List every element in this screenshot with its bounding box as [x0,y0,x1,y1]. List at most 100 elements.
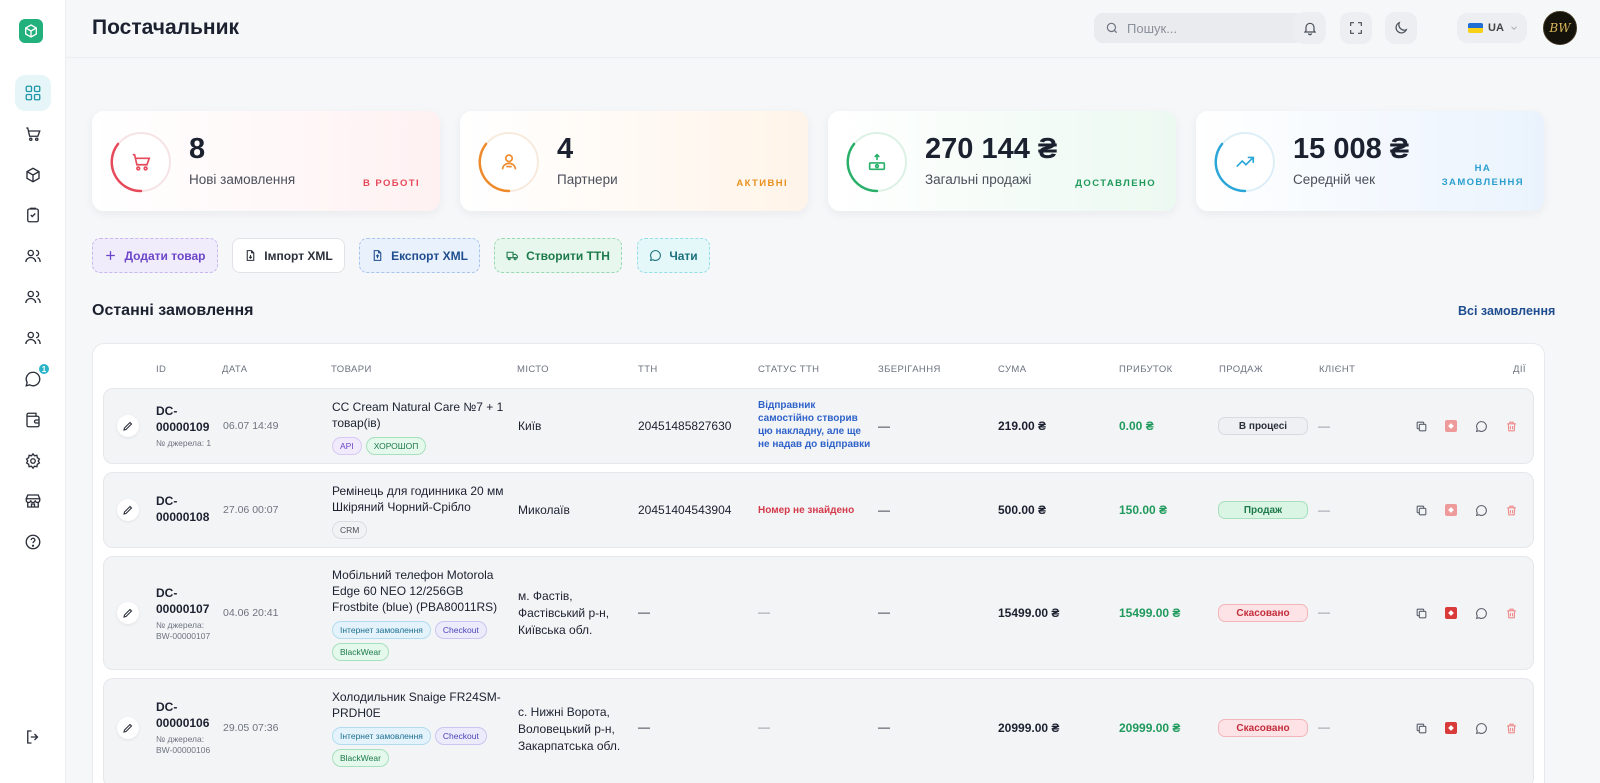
section-title: Останні замовлення [92,302,254,319]
ttn-status: Відправник самостійно створив цю накладн… [758,400,871,450]
stat-card-new-orders[interactable]: 8 Нові замовлення В РОБОТІ [92,111,440,211]
nova-poshta-button[interactable] [1444,503,1458,517]
table-row[interactable]: DC- 00000106 № джерела: BW-00000106 29.0… [103,678,1534,783]
order-ttn: — [638,720,650,734]
sidebar-item-store[interactable] [15,483,51,519]
nova-poshta-button[interactable] [1444,419,1458,433]
table-row[interactable]: DC- 00000108 27.06 00:07 Ремінець для го… [103,472,1534,548]
order-date: 27.06 00:07 [223,504,279,516]
settings-icon [25,452,41,470]
column-header-goods[interactable]: ТОВАРИ [331,364,372,375]
nova-poshta-button[interactable] [1444,721,1458,735]
import-xml-button[interactable]: Імпорт XML [232,238,345,273]
file-import-icon [246,250,255,261]
notifications-button[interactable] [1294,12,1326,44]
sidebar-item-help[interactable] [15,524,51,560]
add-product-button[interactable]: Додати товар [92,238,218,273]
sidebar-item-wallet[interactable] [15,402,51,438]
stat-label: Нові замовлення [189,172,296,187]
order-id-prefix: DC- [156,586,178,600]
theme-toggle-button[interactable] [1385,12,1417,44]
sidebar-item-orders[interactable] [15,116,51,152]
help-icon [25,534,41,550]
pencil-icon [123,608,133,618]
delete-order-button[interactable] [1504,503,1518,517]
column-header-client[interactable]: КЛІЄНТ [1319,364,1355,375]
stat-card-partners[interactable]: 4 Партнери АКТИВНІ [460,111,808,211]
sidebar-logout[interactable] [15,719,51,755]
delete-order-button[interactable] [1504,721,1518,735]
partner-icon [501,154,517,170]
plus-icon [106,251,116,260]
create-ttn-button[interactable]: Створити ТТН [494,238,622,273]
order-sum: 219.00 ₴ [998,419,1047,433]
delete-order-button[interactable] [1504,606,1518,620]
order-chat-button[interactable] [1474,606,1488,620]
column-header-id[interactable]: ID [156,364,166,375]
source-tag: Checkout [434,727,487,745]
export-xml-button[interactable]: Експорт XML [359,238,480,273]
order-city: Миколаїв [518,503,570,517]
app-logo-icon[interactable] [19,19,43,43]
chats-button[interactable]: Чати [637,238,710,273]
sale-status-badge: Продаж [1218,501,1308,519]
copy-order-button[interactable] [1414,419,1428,433]
chevron-down-icon [1511,26,1517,30]
edit-order-button[interactable] [117,602,139,624]
chat-icon [1475,420,1487,432]
order-chat-button[interactable] [1474,419,1488,433]
sidebar-item-tasks[interactable] [15,197,51,233]
copy-order-button[interactable] [1414,606,1428,620]
column-header-date[interactable]: ДАТА [222,364,247,375]
order-ttn[interactable]: 20451404543904 [638,503,731,517]
user-avatar[interactable]: BW [1543,11,1577,45]
stat-label: Партнери [557,172,618,187]
order-storage: — [878,503,890,517]
sidebar-item-team[interactable] [15,320,51,356]
copy-icon [1416,723,1426,733]
edit-order-button[interactable] [117,499,139,521]
trend-up-icon [1236,156,1255,168]
sidebar-item-dashboard[interactable] [15,75,51,111]
table-row[interactable]: DC- 00000109 № джерела: 1 06.07 14:49 CC… [103,388,1534,464]
trash-icon [1506,505,1516,515]
search-box[interactable] [1094,13,1304,43]
ttn-status: — [758,720,770,734]
edit-order-button[interactable] [117,717,139,739]
edit-order-button[interactable] [117,415,139,437]
all-orders-link[interactable]: Всі замовлення [1458,304,1555,318]
language-select[interactable]: UA [1457,13,1527,43]
stat-tag: В РОБОТІ [363,178,420,189]
stat-value: 8 [189,133,206,165]
delete-order-button[interactable] [1504,419,1518,433]
column-header-ttn-status[interactable]: СТАТУС ТТН [758,364,819,375]
column-header-profit[interactable]: ПРИБУТОК [1119,364,1173,375]
column-header-city[interactable]: МІСТО [517,364,549,375]
nova-poshta-button[interactable] [1444,606,1458,620]
order-ttn[interactable]: 20451485827630 [638,419,731,433]
sidebar-item-products[interactable] [15,157,51,193]
order-profit: 20999.00 ₴ [1119,721,1181,735]
search-input[interactable] [1127,20,1287,36]
table-row[interactable]: DC- 00000107 № джерела: BW-00000107 04.0… [103,556,1534,670]
order-id-prefix: DC- [156,404,178,418]
sidebar-item-partners[interactable] [15,238,51,274]
stat-card-avg-check[interactable]: 15 008 ₴ Середній чек НА ЗАМОВЛЕННЯ [1196,111,1544,211]
column-header-sum[interactable]: СУМА [998,364,1026,375]
copy-order-button[interactable] [1414,721,1428,735]
copy-order-button[interactable] [1414,503,1428,517]
column-header-ttn[interactable]: ТТН [638,364,658,375]
sidebar-item-settings[interactable] [15,443,51,479]
fullscreen-button[interactable] [1340,12,1372,44]
source-tag: Інтернет замовлення [332,727,431,745]
language-label: UA [1488,22,1504,34]
sidebar-item-clients[interactable] [15,279,51,315]
stat-card-total-sales[interactable]: 270 144 ₴ Загальні продажі ДОСТАВЛЕНО [828,111,1176,211]
column-header-sale[interactable]: ПРОДАЖ [1219,364,1263,375]
sidebar-item-chats[interactable]: 1 [15,361,51,397]
column-header-storage[interactable]: ЗБЕРІГАННЯ [878,364,941,375]
order-id-prefix: DC- [156,700,178,714]
order-chat-button[interactable] [1474,721,1488,735]
column-header-actions: ДІЇ [1513,364,1526,375]
order-chat-button[interactable] [1474,503,1488,517]
